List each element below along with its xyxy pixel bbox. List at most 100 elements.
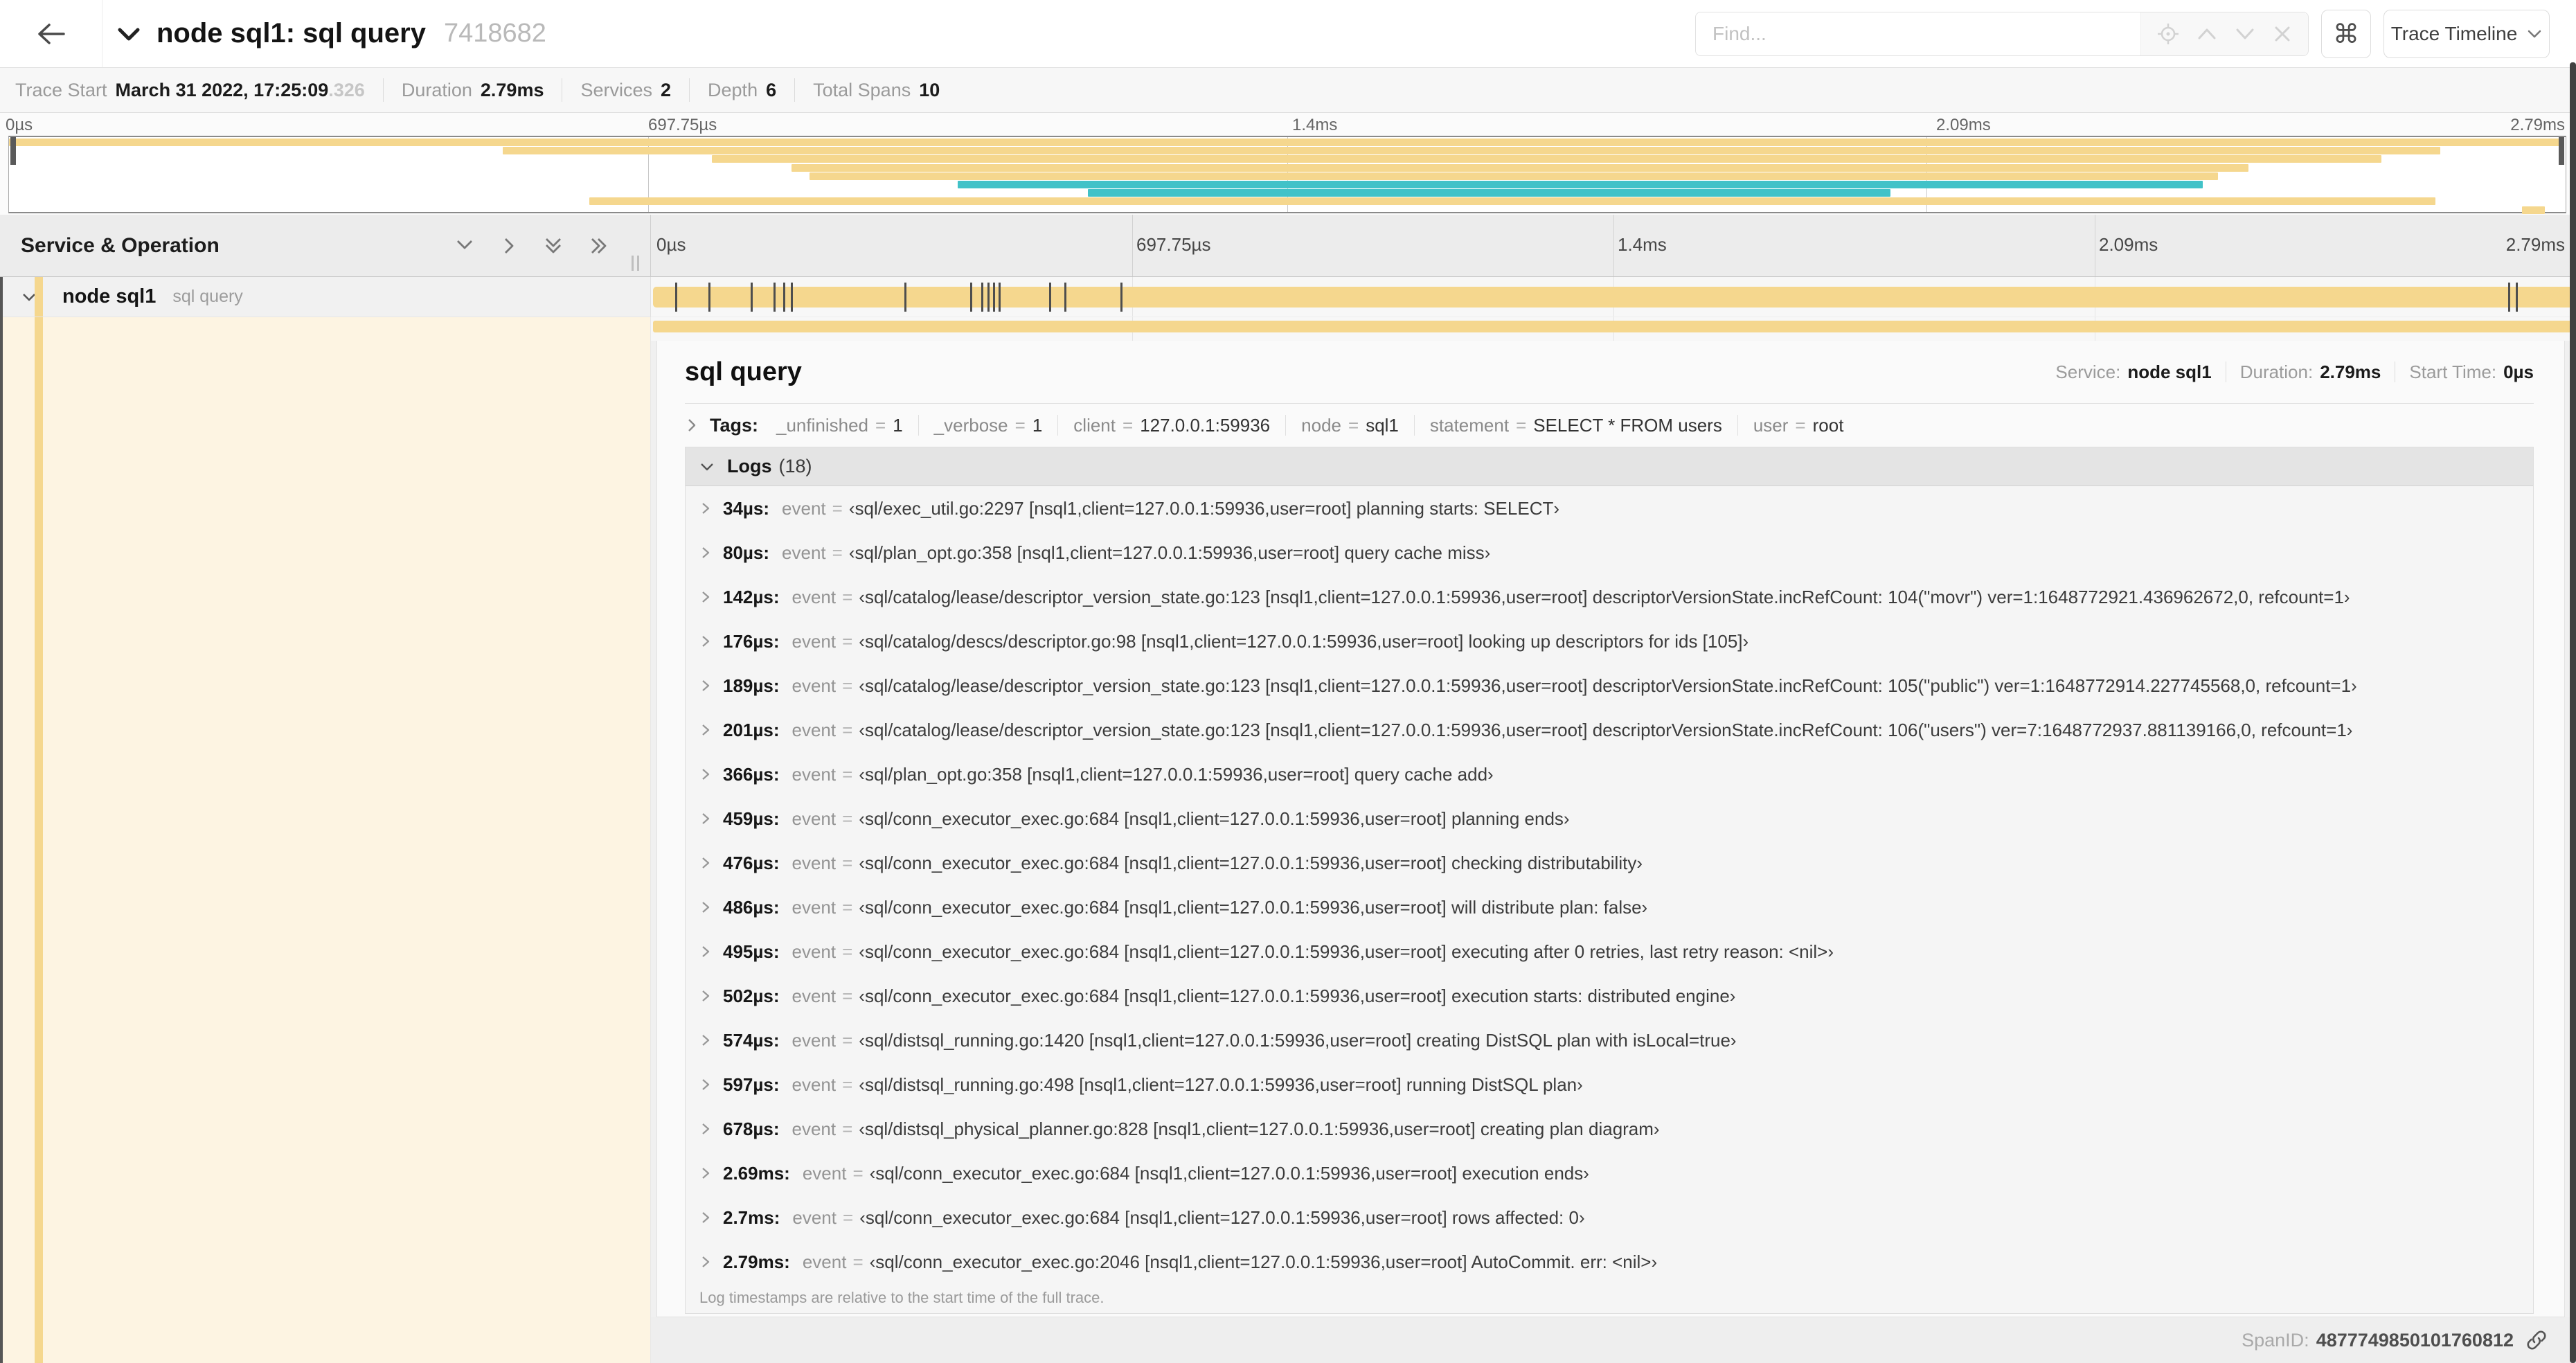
log-field-key: event — [791, 630, 837, 652]
minimap-span-bar — [589, 197, 2435, 206]
log-row[interactable]: 176µs: event = ‹sql/catalog/descs/descripto… — [686, 619, 2533, 663]
equals-sign: = — [842, 586, 853, 607]
span-operation-name: sql query — [172, 287, 243, 306]
log-row[interactable]: 476µs: event = ‹sql/conn_executor_exec.go:6… — [686, 841, 2533, 885]
log-row[interactable]: 597µs: event = ‹sql/distsql_running.go:498 … — [686, 1062, 2533, 1107]
log-field-key: event — [802, 1251, 847, 1272]
span-id-label: SpanID: — [2242, 1329, 2309, 1351]
log-field-key: event — [791, 675, 837, 696]
find-next-icon[interactable] — [2233, 24, 2257, 44]
tag-item[interactable]: _verbose = 1 — [934, 415, 1043, 436]
log-timestamp: 502µs: — [723, 985, 780, 1006]
expand-one-icon[interactable] — [498, 233, 520, 258]
log-message: ‹sql/distsql_running.go:1420 [nsql1,clie… — [859, 1029, 1737, 1051]
log-row[interactable]: 142µs: event = ‹sql/catalog/lease/descripto… — [686, 575, 2533, 619]
locate-icon[interactable] — [2156, 22, 2180, 46]
log-message: ‹sql/plan_opt.go:358 [nsql1,client=127.0… — [859, 763, 1494, 785]
log-timestamp: 486µs: — [723, 896, 780, 918]
log-row[interactable]: 34µs: event = ‹sql/exec_util.go:2297 [nsql1… — [686, 486, 2533, 531]
tag-key: client — [1073, 414, 1116, 436]
tick-label: 2.79ms — [2510, 116, 2565, 134]
log-message: ‹sql/catalog/descs/descriptor.go:98 [nsq… — [859, 630, 1749, 652]
tag-value: 127.0.0.1:59936 — [1140, 414, 1271, 436]
span-id-row: SpanID: 4877749850101760812 — [651, 1317, 2576, 1363]
tag-item[interactable]: user = root — [1753, 415, 1844, 436]
equals-sign: = — [875, 414, 886, 436]
copy-link-icon[interactable] — [2525, 1328, 2548, 1352]
timeline-ruler: 0µs 697.75µs 1.4ms 2.09ms 2.79ms — [651, 215, 2576, 277]
trace-info-value: 6 — [766, 79, 777, 100]
equals-sign: = — [832, 497, 843, 519]
log-timestamp: 597µs: — [723, 1074, 780, 1095]
log-message: ‹sql/exec_util.go:2297 [nsql1,client=127… — [848, 497, 1560, 519]
trace-info-value: 10 — [919, 79, 940, 100]
span-row-name-cell[interactable]: node sql1 sql query — [0, 277, 651, 317]
log-row[interactable]: 574µs: event = ‹sql/distsql_running.go:1420… — [686, 1018, 2533, 1062]
start-time-value: 0µs — [2503, 361, 2534, 382]
find-input[interactable] — [1696, 12, 2140, 55]
back-button[interactable] — [0, 0, 102, 67]
tag-item[interactable]: _unfinished = 1 — [776, 415, 903, 436]
find-clear-icon[interactable] — [2272, 24, 2293, 44]
logs-count: (18) — [778, 456, 812, 476]
detail-span-bar[interactable] — [653, 321, 2575, 332]
log-chevron-icon — [699, 677, 712, 694]
find-prev-icon[interactable] — [2195, 24, 2219, 44]
expand-all-icon[interactable] — [587, 233, 611, 258]
minimap-right-handle[interactable] — [2559, 137, 2564, 165]
log-row[interactable]: 80µs: event = ‹sql/plan_opt.go:358 [nsql1,c… — [686, 531, 2533, 575]
log-row[interactable]: 2.7ms: event = ‹sql/conn_executor_exec.go:6… — [686, 1195, 2533, 1240]
log-row[interactable]: 366µs: event = ‹sql/plan_opt.go:358 [nsql1,… — [686, 752, 2533, 796]
collapse-trace-chevron-icon[interactable] — [116, 24, 141, 44]
detail-mini-bar-strip — [651, 317, 2576, 341]
find-bar — [1695, 12, 2309, 56]
minimap-left-handle[interactable] — [10, 137, 16, 165]
log-row[interactable]: 189µs: event = ‹sql/catalog/lease/descripto… — [686, 663, 2533, 708]
equals-sign: = — [852, 1162, 864, 1184]
equals-sign: = — [842, 763, 853, 785]
view-selector-button[interactable]: Trace Timeline — [2383, 10, 2550, 58]
tag-value: 1 — [893, 414, 903, 436]
span-id-value: 4877749850101760812 — [2316, 1329, 2514, 1351]
collapse-all-icon[interactable] — [541, 233, 566, 258]
equals-sign: = — [842, 852, 853, 873]
column-resizer[interactable] — [632, 256, 639, 271]
log-row[interactable]: 459µs: event = ‹sql/conn_executor_exec.go:6… — [686, 796, 2533, 841]
minimap-canvas[interactable] — [8, 136, 2566, 214]
collapse-one-icon[interactable] — [452, 233, 477, 258]
trace-info-label: Total Spans — [813, 79, 911, 100]
log-message: ‹sql/distsql_physical_planner.go:828 [ns… — [859, 1118, 1660, 1139]
trace-info-label: Depth — [708, 79, 758, 100]
log-row[interactable]: 2.79ms: event = ‹sql/conn_executor_exec.go:… — [686, 1240, 2533, 1284]
log-chevron-icon — [699, 1165, 712, 1182]
log-marker-tick — [783, 283, 786, 312]
trace-info-label: Duration — [401, 79, 472, 100]
back-arrow-icon — [36, 20, 66, 48]
log-message: ‹sql/conn_executor_exec.go:2046 [nsql1,c… — [869, 1251, 1658, 1272]
divider — [1285, 415, 1287, 436]
tag-value: root — [1812, 414, 1844, 436]
log-row[interactable]: 486µs: event = ‹sql/conn_executor_exec.go:6… — [686, 885, 2533, 929]
tags-label: Tags: — [710, 414, 759, 436]
log-field-key: event — [802, 1162, 847, 1184]
tag-item[interactable]: client = 127.0.0.1:59936 — [1073, 415, 1270, 436]
tag-item[interactable]: statement = SELECT * FROM users — [1430, 415, 1722, 436]
logs-toggle-header[interactable]: Logs (18) — [686, 447, 2533, 486]
log-row[interactable]: 502µs: event = ‹sql/conn_executor_exec.go:6… — [686, 974, 2533, 1018]
log-row[interactable]: 495µs: event = ‹sql/conn_executor_exec.go:6… — [686, 929, 2533, 974]
equals-sign: = — [1122, 414, 1134, 436]
tick-label: 1.4ms — [1618, 234, 1667, 255]
view-selector-label: Trace Timeline — [2390, 23, 2518, 44]
tag-item[interactable]: node = sql1 — [1301, 415, 1399, 436]
keyboard-shortcuts-button[interactable]: ⌘ — [2321, 10, 2371, 58]
tags-toggle-row[interactable]: Tags: _unfinished = 1 _verbose = 1 client = 127.… — [685, 404, 2534, 447]
left-edge-scrollbar[interactable] — [0, 277, 3, 1363]
span-duration-bar[interactable] — [653, 287, 2575, 308]
vertical-scrollbar[interactable] — [2570, 62, 2576, 1363]
log-row[interactable]: 678µs: event = ‹sql/distsql_physical_planne… — [686, 1107, 2533, 1151]
log-row[interactable]: 2.69ms: event = ‹sql/conn_executor_exec.go:… — [686, 1151, 2533, 1195]
equals-sign: = — [1516, 414, 1527, 436]
log-row[interactable]: 201µs: event = ‹sql/catalog/lease/descripto… — [686, 708, 2533, 752]
trace-title: node sql1: sql query — [156, 18, 426, 48]
trace-info-value: 2 — [661, 79, 672, 100]
